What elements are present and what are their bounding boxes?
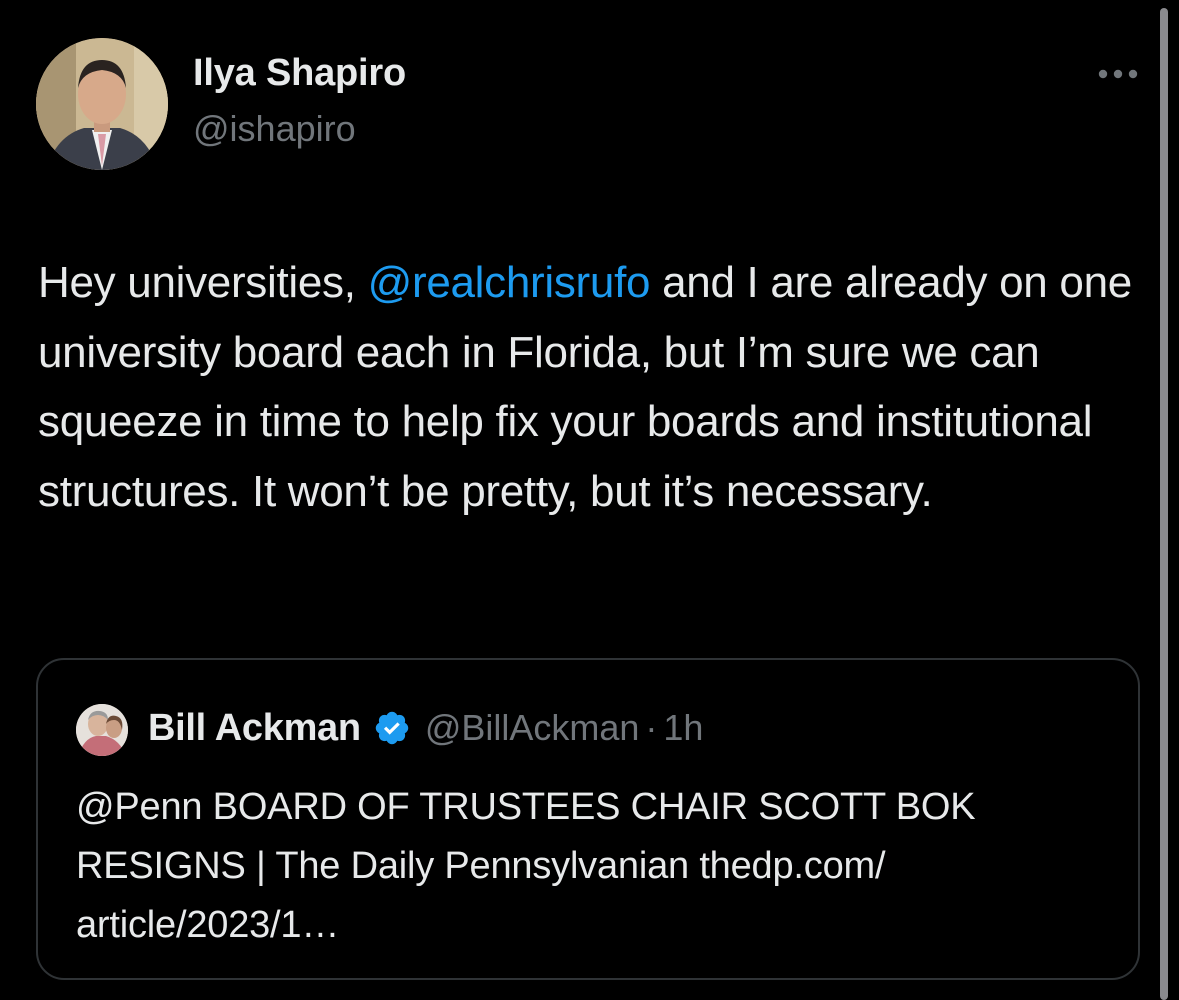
author-display-name[interactable]: Ilya Shapiro	[193, 52, 406, 95]
more-button[interactable]	[1096, 64, 1140, 84]
verified-badge-icon	[375, 711, 409, 745]
author-handle[interactable]: @ishapiro	[193, 108, 356, 150]
quoted-author-avatar[interactable]	[76, 704, 128, 756]
quoted-tweet-text: @Penn BOARD OF TRUSTEES CHAIR SCOTT BOK …	[76, 786, 976, 946]
quoted-tweet-card[interactable]: Bill Ackman @BillAckman · 1h @Penn BOARD…	[36, 658, 1140, 980]
quoted-author-avatar-image	[76, 704, 128, 756]
quoted-author-display-name[interactable]: Bill Ackman	[148, 707, 361, 750]
more-horizontal-icon	[1098, 69, 1138, 79]
quoted-tweet-header: Bill Ackman @BillAckman · 1h	[148, 700, 703, 756]
author-avatar-image	[36, 38, 168, 170]
mention-link[interactable]: @realchrisrufo	[368, 258, 651, 307]
tweet-text-part: Hey universities,	[38, 258, 368, 307]
quoted-tweet-timestamp[interactable]: 1h	[663, 707, 703, 749]
separator-dot: ·	[645, 707, 658, 748]
quoted-author-handle[interactable]: @BillAckman	[425, 707, 640, 749]
scrollbar[interactable]	[1160, 8, 1168, 1000]
author-avatar[interactable]	[36, 38, 168, 170]
tweet-text: Hey universities, @realchrisrufo and I a…	[38, 248, 1148, 526]
